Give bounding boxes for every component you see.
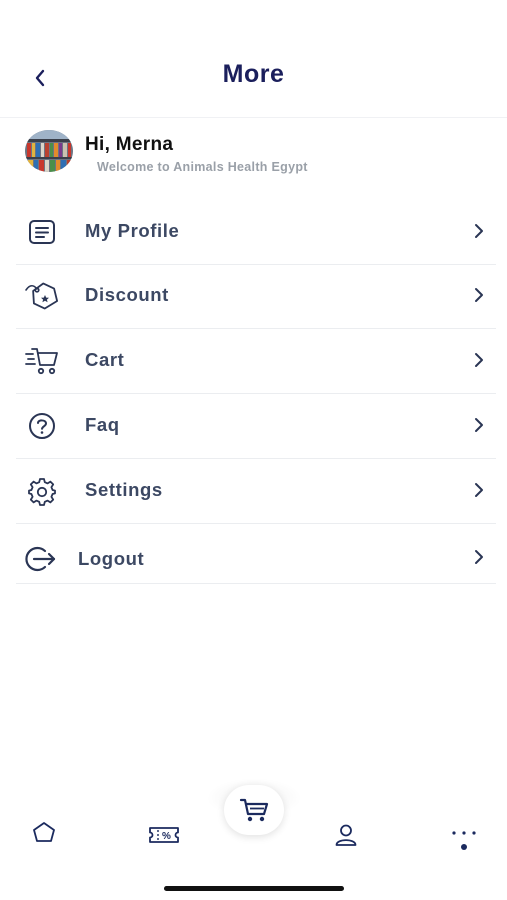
menu-item-settings[interactable]: Settings xyxy=(16,459,496,524)
chevron-right-icon xyxy=(472,548,486,566)
chevron-right-icon xyxy=(472,222,486,240)
chevron-right-icon xyxy=(472,351,486,369)
gear-icon xyxy=(24,475,60,507)
menu-item-my-profile[interactable]: My Profile xyxy=(16,200,496,265)
coupon-icon: % xyxy=(149,827,179,843)
profile-summary: Hi, Merna Welcome to Animals Health Egyp… xyxy=(25,130,485,178)
greeting-text: Hi, Merna xyxy=(85,134,174,155)
person-icon xyxy=(335,824,357,846)
logout-icon xyxy=(22,543,58,575)
avatar[interactable] xyxy=(25,130,73,172)
home-indicator[interactable] xyxy=(164,886,344,891)
welcome-text: Welcome to Animals Health Egypt xyxy=(97,160,308,174)
home-icon xyxy=(33,822,55,842)
question-circle-icon xyxy=(24,410,60,442)
more-dots-icon xyxy=(452,831,476,850)
menu-item-label: Cart xyxy=(85,349,125,370)
menu-item-label: Faq xyxy=(85,414,120,435)
menu-item-label: Discount xyxy=(85,284,169,305)
page-title: More xyxy=(222,60,285,88)
menu-item-logout[interactable]: Logout xyxy=(16,524,496,584)
chevron-right-icon xyxy=(472,286,486,304)
tab-home[interactable] xyxy=(28,817,60,847)
tab-profile[interactable] xyxy=(330,820,362,850)
cart-icon xyxy=(239,798,269,822)
menu-item-faq[interactable]: Faq xyxy=(16,394,496,459)
discount-tag-icon xyxy=(24,280,60,312)
svg-text:%: % xyxy=(162,831,171,842)
menu-item-label: Logout xyxy=(78,548,145,569)
menu-item-cart[interactable]: Cart xyxy=(16,329,496,394)
chevron-right-icon xyxy=(472,416,486,434)
menu-item-discount[interactable]: Discount xyxy=(16,264,496,329)
document-icon xyxy=(24,216,60,248)
tab-cart[interactable] xyxy=(224,785,284,835)
header: More xyxy=(0,0,507,118)
cart-icon xyxy=(24,345,60,377)
menu-item-label: My Profile xyxy=(85,220,180,241)
menu-item-label: Settings xyxy=(85,479,163,500)
tab-coupons[interactable]: % xyxy=(146,820,182,850)
chevron-right-icon xyxy=(472,481,486,499)
tab-more[interactable] xyxy=(446,824,482,854)
